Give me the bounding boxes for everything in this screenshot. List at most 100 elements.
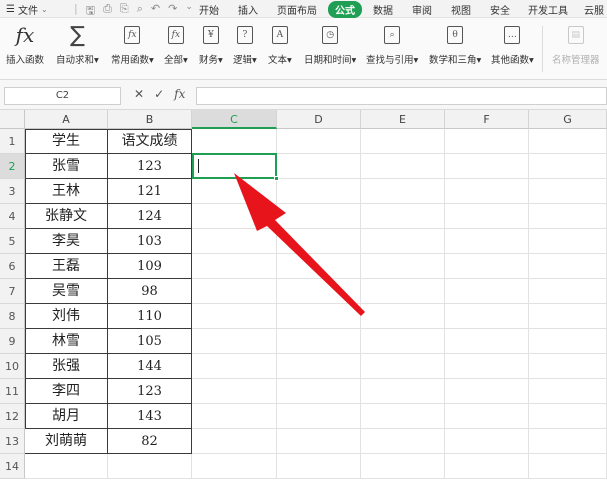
cell-b2[interactable]: 123 [108,154,192,179]
cell-f1[interactable] [445,129,529,154]
row-header-8[interactable]: 8 [0,304,25,329]
cell-e14[interactable] [361,454,445,479]
cell-d7[interactable] [277,279,361,304]
cell-g2[interactable] [529,154,607,179]
cell-b1[interactable]: 语文成绩 [108,129,192,154]
common-functions-button[interactable]: fx 常用函数▾ [111,24,154,66]
tab-formulas[interactable]: 公式 [328,1,362,18]
cell-a2[interactable]: 张雪 [25,154,108,179]
cell-f9[interactable] [445,329,529,354]
column-header-b[interactable]: B [108,110,192,129]
file-menu[interactable]: ☰ 文件 ⌄ [6,2,48,17]
cell-e11[interactable] [361,379,445,404]
row-header-2[interactable]: 2 [0,154,25,179]
cell-d8[interactable] [277,304,361,329]
cell-f13[interactable] [445,429,529,454]
tab-home[interactable]: 开始 [199,2,219,17]
cell-f12[interactable] [445,404,529,429]
cell-e10[interactable] [361,354,445,379]
row-header-11[interactable]: 11 [0,379,25,404]
insert-function-button[interactable]: fx 插入函数 [6,23,44,66]
cell-b6[interactable]: 109 [108,254,192,279]
fill-handle[interactable] [274,176,279,181]
cell-b7[interactable]: 98 [108,279,192,304]
cell-a13[interactable]: 刘萌萌 [25,429,108,454]
cell-a6[interactable]: 王磊 [25,254,108,279]
column-header-g[interactable]: G [529,110,607,129]
cell-g7[interactable] [529,279,607,304]
fx-icon[interactable]: fx [174,87,185,101]
formula-input[interactable] [196,87,607,105]
column-header-e[interactable]: E [361,110,445,129]
cell-d5[interactable] [277,229,361,254]
column-header-c[interactable]: C [192,110,277,129]
cell-f8[interactable] [445,304,529,329]
cell-d9[interactable] [277,329,361,354]
cell-e12[interactable] [361,404,445,429]
datetime-button[interactable]: ◷ 日期和时间▾ [304,24,356,66]
cell-g13[interactable] [529,429,607,454]
cell-e4[interactable] [361,204,445,229]
cell-d11[interactable] [277,379,361,404]
row-header-10[interactable]: 10 [0,354,25,379]
cell-c9[interactable] [192,329,277,354]
cell-f11[interactable] [445,379,529,404]
cell-d4[interactable] [277,204,361,229]
cell-b10[interactable]: 144 [108,354,192,379]
confirm-icon[interactable]: ✓ [154,87,164,101]
cell-f6[interactable] [445,254,529,279]
row-header-1[interactable]: 1 [0,129,25,154]
cell-b13[interactable]: 82 [108,429,192,454]
cell-b5[interactable]: 103 [108,229,192,254]
cell-e2[interactable] [361,154,445,179]
row-header-7[interactable]: 7 [0,279,25,304]
logic-button[interactable]: ? 逻辑▾ [233,24,257,66]
cell-a3[interactable]: 王林 [25,179,108,204]
cell-c12[interactable] [192,404,277,429]
autosum-button[interactable]: ∑ 自动求和▾ [56,23,99,67]
tab-cloud[interactable]: 云服 [584,2,604,17]
cell-f14[interactable] [445,454,529,479]
cell-d14[interactable] [277,454,361,479]
row-header-14[interactable]: 14 [0,454,25,479]
row-header-9[interactable]: 9 [0,329,25,354]
cell-c3[interactable] [192,179,277,204]
cell-c6[interactable] [192,254,277,279]
cell-b9[interactable]: 105 [108,329,192,354]
cancel-icon[interactable]: ✕ [134,87,144,101]
cell-d3[interactable] [277,179,361,204]
cell-e13[interactable] [361,429,445,454]
cell-e3[interactable] [361,179,445,204]
cell-e8[interactable] [361,304,445,329]
cell-g11[interactable] [529,379,607,404]
text-functions-button[interactable]: A 文本▾ [268,24,292,66]
tab-security[interactable]: 安全 [490,2,510,17]
cell-b14[interactable] [108,454,192,479]
tab-review[interactable]: 审阅 [412,2,432,17]
cell-a12[interactable]: 胡月 [25,404,108,429]
cell-c5[interactable] [192,229,277,254]
cell-d10[interactable] [277,354,361,379]
cell-g4[interactable] [529,204,607,229]
row-header-4[interactable]: 4 [0,204,25,229]
cell-b8[interactable]: 110 [108,304,192,329]
active-cell-c2[interactable] [192,153,279,181]
tab-view[interactable]: 视图 [451,2,471,17]
name-manager-button[interactable]: ▤ 名称管理器 [552,24,600,66]
cell-d1[interactable] [277,129,361,154]
cell-g3[interactable] [529,179,607,204]
cell-e9[interactable] [361,329,445,354]
row-header-12[interactable]: 12 [0,404,25,429]
cell-a7[interactable]: 吴雪 [25,279,108,304]
tab-insert[interactable]: 插入 [238,2,258,17]
finance-button[interactable]: ¥ 财务▾ [199,24,223,66]
cell-b12[interactable]: 143 [108,404,192,429]
column-header-a[interactable]: A [25,110,108,129]
cell-c11[interactable] [192,379,277,404]
cell-a9[interactable]: 林雪 [25,329,108,354]
cell-f2[interactable] [445,154,529,179]
tab-developer[interactable]: 开发工具 [528,2,568,17]
cell-a1[interactable]: 学生 [25,129,108,154]
cell-f3[interactable] [445,179,529,204]
cell-f10[interactable] [445,354,529,379]
